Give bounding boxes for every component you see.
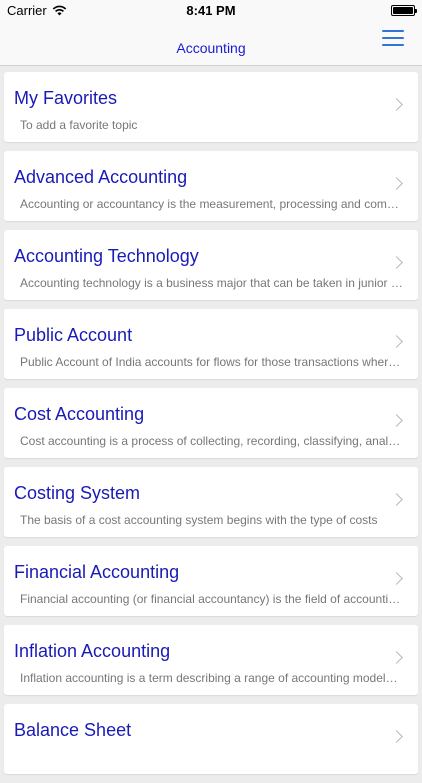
nav-bar: Accounting [0,22,422,66]
list-item-title: Public Account [14,325,133,345]
list-item-advanced-accounting[interactable]: Advanced Accounting Accounting or accoun… [4,151,418,221]
list-item-cost-accounting[interactable]: Cost Accounting Cost accounting is a pro… [4,388,418,458]
status-time: 8:41 PM [186,3,236,18]
list-item-accounting-technology[interactable]: Accounting Technology Accounting technol… [4,230,418,300]
list-item-title: Financial Accounting [14,562,180,582]
chevron-right-icon [390,335,403,348]
chevron-right-icon [390,98,403,111]
list-item-title: Costing System [14,483,141,503]
list-item-subtitle: Public Account of India accounts for flo… [20,355,403,369]
list-item-subtitle: Financial accounting (or financial accou… [20,592,403,606]
list-item-subtitle: Inflation accounting is a term describin… [20,671,403,685]
chevron-right-icon [390,572,403,585]
list-item-title: My Favorites [14,88,118,108]
list-item-title: Accounting Technology [14,246,199,266]
chevron-right-icon [390,414,403,427]
list-item-title: Inflation Accounting [14,641,171,661]
list-item-costing-system[interactable]: Costing System The basis of a cost accou… [4,467,418,537]
battery-level [393,7,413,14]
list-item-subtitle: To add a favorite topic [20,118,138,132]
chevron-right-icon [390,730,403,743]
list-item-subtitle: Cost accounting is a process of collecti… [20,434,403,448]
list-item-subtitle: The basis of a cost accounting system be… [20,513,378,527]
hamburger-menu-icon[interactable] [382,30,404,47]
chevron-right-icon [390,177,403,190]
list-item-inflation-accounting[interactable]: Inflation Accounting Inflation accountin… [4,625,418,695]
topic-list: My Favorites To add a favorite topic Adv… [4,72,418,783]
chevron-right-icon [390,256,403,269]
list-item-my-favorites[interactable]: My Favorites To add a favorite topic [4,72,418,142]
battery-icon [391,5,417,16]
list-item-title: Balance Sheet [14,720,132,740]
list-item-title: Advanced Accounting [14,167,188,187]
chevron-right-icon [390,651,403,664]
list-item-title: Cost Accounting [14,404,145,424]
list-item-balance-sheet[interactable]: Balance Sheet [4,704,418,774]
list-item-financial-accounting[interactable]: Financial Accounting Financial accountin… [4,546,418,616]
status-bar: Carrier 8:41 PM [0,0,422,22]
list-item-subtitle: Accounting technology is a business majo… [20,276,403,290]
list-item-public-account[interactable]: Public Account Public Account of India a… [4,309,418,379]
list-item-subtitle: Accounting or accountancy is the measure… [20,197,403,211]
chevron-right-icon [390,493,403,506]
page-title: Accounting [176,40,246,56]
